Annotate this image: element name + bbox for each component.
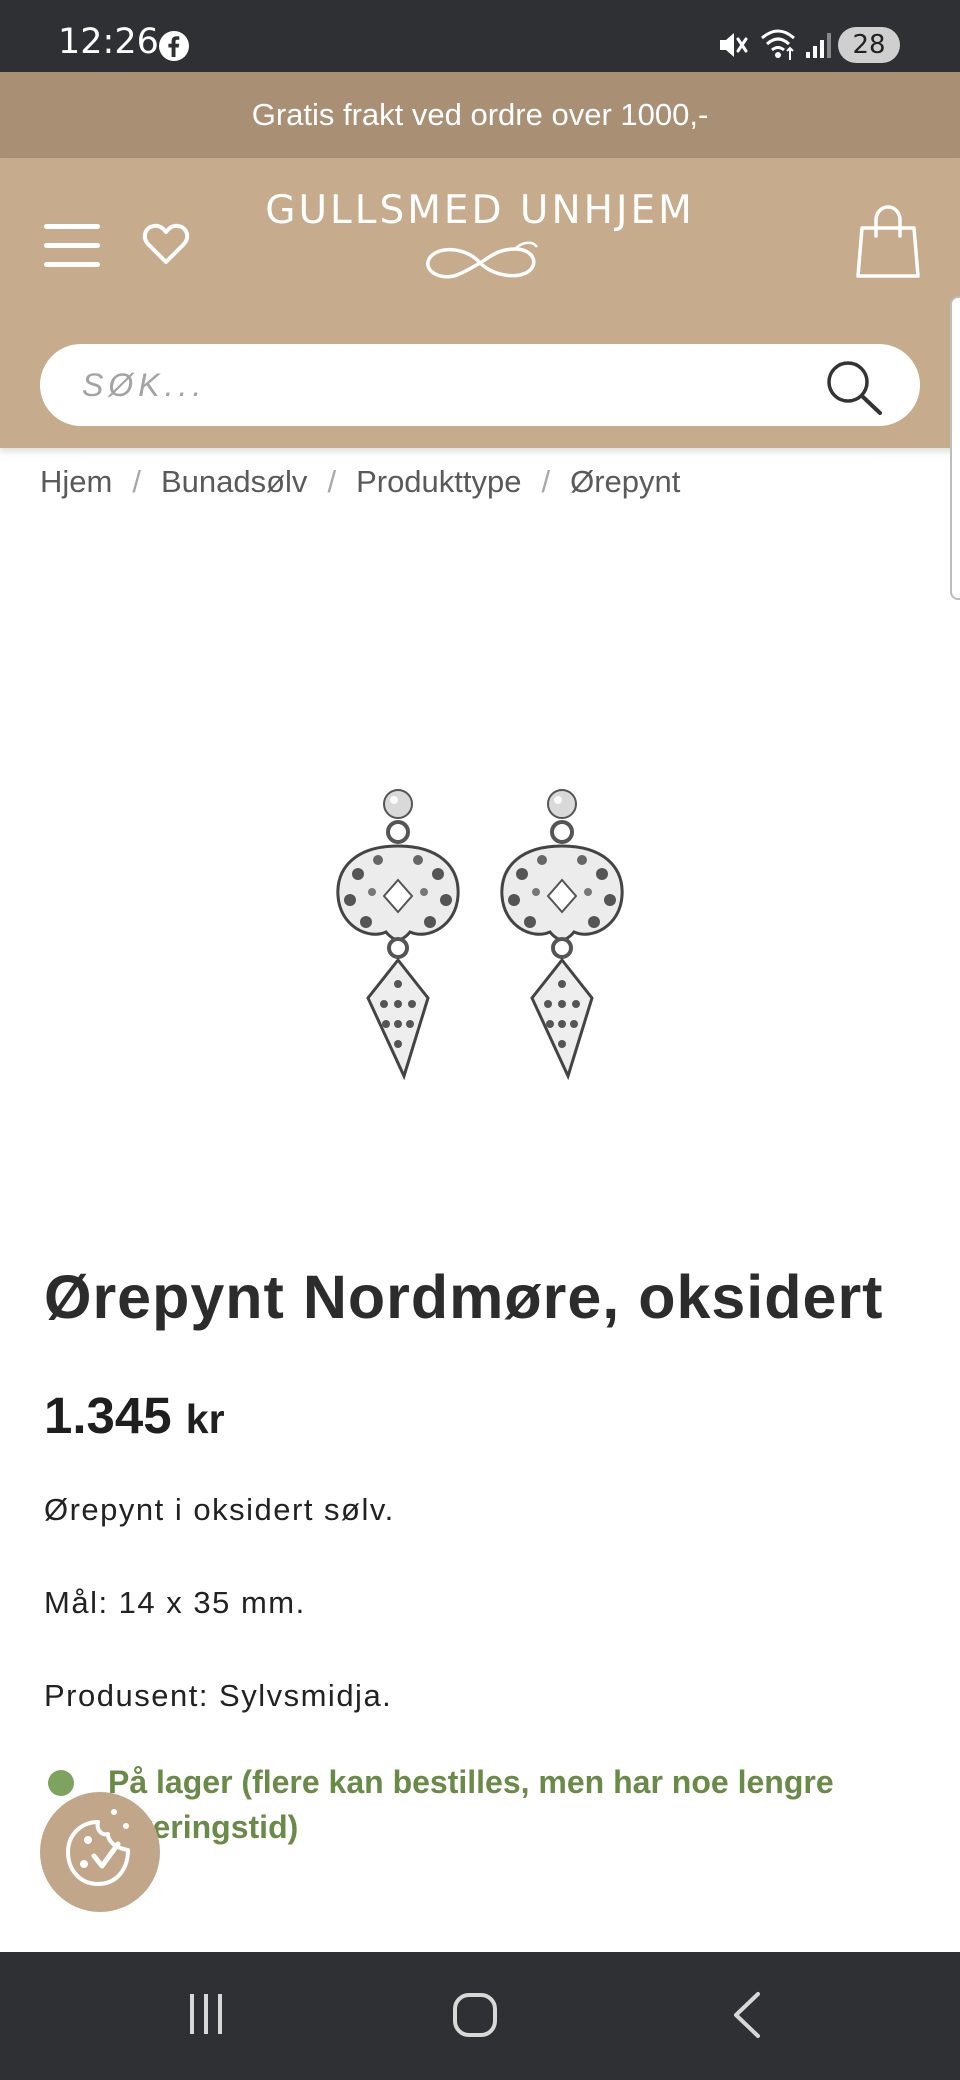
signal-icon (806, 33, 831, 58)
breadcrumb-separator: / (132, 464, 141, 499)
menu-icon-bar (44, 224, 100, 229)
search-input[interactable] (82, 344, 822, 426)
home-icon[interactable] (452, 1992, 498, 2038)
menu-icon-bar (44, 243, 100, 248)
free-shipping-banner: Gratis frakt ved ordre over 1000,- (0, 72, 960, 158)
price-currency: kr (185, 1396, 225, 1442)
breadcrumb-link-produkttype[interactable]: Produkttype (356, 464, 521, 499)
system-navigation-bar (0, 1952, 960, 2080)
breadcrumb-link-home[interactable]: Hjem (40, 464, 112, 499)
product-description-producer: Produsent: Sylvsmidja. (44, 1678, 393, 1713)
menu-button[interactable] (44, 224, 100, 268)
search-bar (40, 344, 920, 426)
breadcrumb-link-bunadsolv[interactable]: Bunadsølv (161, 464, 307, 499)
stock-status-text: På lager (flere kan bestilles, men har n… (108, 1764, 834, 1845)
heart-icon[interactable] (140, 218, 192, 270)
breadcrumb-separator: / (327, 464, 337, 499)
search-icon[interactable] (824, 358, 884, 416)
site-logo[interactable]: GULLSMED UNHJEM (260, 188, 700, 298)
scrollbar[interactable] (950, 296, 960, 600)
product-description-material: Ørepynt i oksidert sølv. (44, 1492, 395, 1527)
site-header: GULLSMED UNHJEM (0, 158, 960, 448)
breadcrumb-separator: / (541, 464, 551, 499)
facebook-icon (159, 31, 189, 61)
cookie-consent-icon (66, 1809, 130, 1886)
shopping-bag-icon[interactable] (856, 204, 920, 280)
logo-text: GULLSMED UNHJEM (265, 188, 695, 233)
breadcrumb: Hjem / Bunadsølv / Produkttype / Ørepynt (40, 464, 680, 500)
breadcrumb-current: Ørepynt (570, 464, 681, 499)
mute-icon (720, 33, 748, 57)
status-time: 12:26 (58, 22, 159, 62)
status-bar: 12:26 28 (0, 0, 960, 72)
recent-apps-icon[interactable] (184, 1992, 228, 2036)
product-description-size: Mål: 14 x 35 mm. (44, 1585, 306, 1620)
wifi-icon (761, 29, 795, 60)
back-icon[interactable] (728, 1990, 764, 2040)
product-title: Ørepynt Nordmøre, oksidert (44, 1263, 884, 1331)
product-price: 1.345 kr (44, 1386, 225, 1445)
logo-infinity-icon (426, 241, 539, 279)
price-amount: 1.345 (44, 1387, 172, 1444)
battery-indicator: 28 (838, 27, 900, 63)
menu-icon-bar (44, 262, 100, 267)
cookie-consent-button[interactable] (40, 1792, 160, 1912)
product-image[interactable] (320, 780, 640, 1120)
